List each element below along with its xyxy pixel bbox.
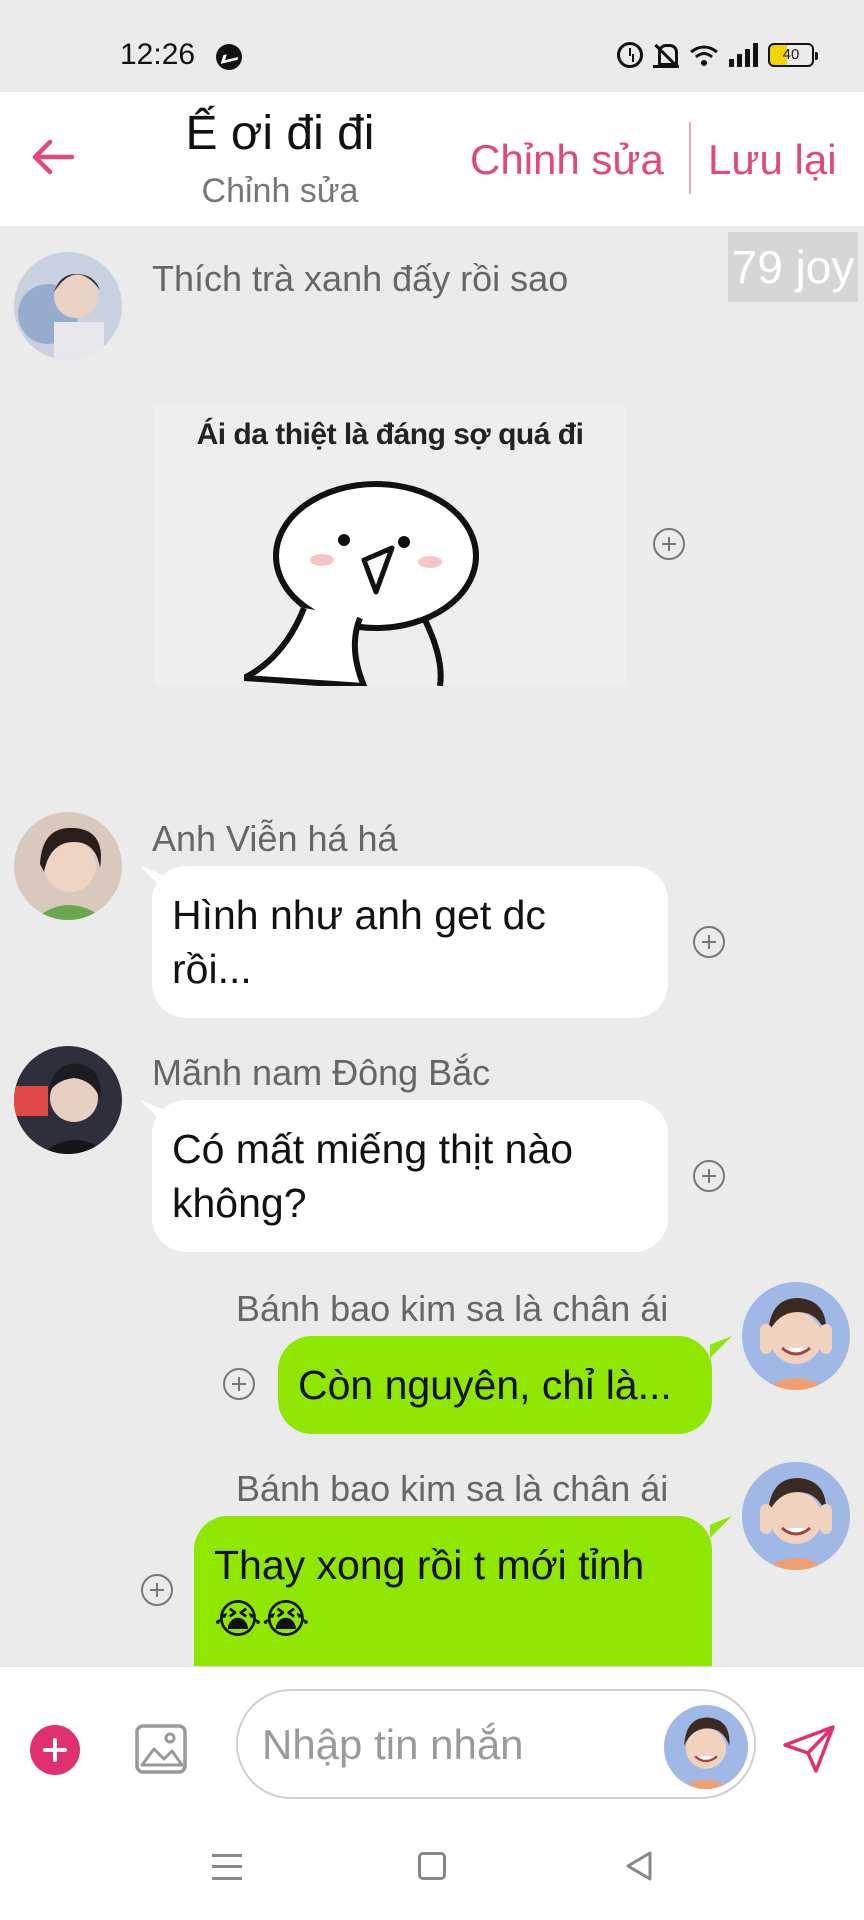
react-add-icon[interactable] — [653, 528, 685, 560]
recents-icon[interactable] — [212, 1854, 242, 1880]
battery-icon: 40 — [768, 43, 818, 67]
nav-back-icon[interactable] — [624, 1850, 654, 1882]
avatar[interactable] — [742, 1462, 850, 1570]
message-input-placeholder: Nhập tin nhắn — [262, 1721, 524, 1768]
edit-button[interactable]: Chỉnh sửa — [470, 136, 664, 184]
message-text: Thay xong rồi t mới tỉnh — [214, 1542, 645, 1588]
avatar[interactable] — [14, 812, 122, 920]
avatar[interactable] — [14, 1046, 122, 1154]
back-arrow-icon[interactable] — [28, 132, 78, 182]
messenger-icon — [216, 44, 242, 70]
send-icon[interactable] — [782, 1723, 836, 1775]
page-subtitle: Chỉnh sửa — [201, 172, 359, 210]
header-divider — [689, 122, 691, 194]
sender-name: Anh Viễn há há — [152, 818, 398, 859]
react-add-icon[interactable] — [223, 1368, 255, 1400]
message-text: rồi... — [172, 946, 252, 992]
status-bar: 12:26 40 — [0, 0, 864, 92]
avatar[interactable] — [664, 1705, 748, 1789]
save-button[interactable]: Lưu lại — [708, 136, 837, 184]
page-title: Ế ơi đi đi — [185, 107, 375, 160]
message-bubble[interactable]: Hình như anh get dc rồi... — [152, 866, 668, 1018]
system-nav-bar — [0, 1816, 864, 1920]
status-icons: 40 — [617, 42, 818, 68]
message-text: không? — [172, 1180, 307, 1226]
sender-name: Mãnh nam Đông Bắc — [152, 1052, 491, 1093]
home-icon[interactable] — [418, 1852, 446, 1880]
avatar[interactable] — [14, 252, 122, 360]
message-input[interactable]: Nhập tin nhắn — [236, 1689, 756, 1799]
mute-icon — [653, 42, 679, 68]
status-time: 12:26 — [120, 38, 196, 71]
message-emoji: 😭😭 — [214, 1596, 310, 1642]
watermark: 79 joy — [728, 232, 858, 302]
react-add-icon[interactable] — [693, 926, 725, 958]
message-text: Còn nguyên, chỉ là... — [298, 1362, 672, 1408]
sender-name: Bánh bao kim sa là chân ái — [236, 1468, 669, 1509]
sticker-caption: Ái da thiệt là đáng sợ quá đi — [196, 418, 584, 451]
image-icon[interactable] — [134, 1723, 188, 1775]
sticker-image[interactable]: Ái da thiệt là đáng sợ quá đi — [154, 404, 626, 686]
wifi-icon — [689, 44, 719, 66]
sender-name: Thích trà xanh đấy rồi sao — [152, 258, 569, 299]
sender-name: Bánh bao kim sa là chân ái — [236, 1288, 669, 1329]
chat-header: Ế ơi đi đi Chỉnh sửa Chỉnh sửa Lưu lại — [0, 92, 864, 226]
alarm-icon — [617, 42, 643, 68]
message-text: Hình như anh get dc — [172, 892, 546, 938]
plus-icon[interactable] — [30, 1725, 80, 1775]
avatar[interactable] — [742, 1282, 850, 1390]
message-bubble[interactable]: Có mất miếng thịt nào không? — [152, 1100, 668, 1252]
message-bubble[interactable]: Thay xong rồi t mới tỉnh 😭😭 — [194, 1516, 712, 1666]
signal-icon — [729, 43, 758, 67]
composer-bar: Nhập tin nhắn — [0, 1666, 864, 1816]
message-text: Có mất miếng thịt nào — [172, 1126, 574, 1172]
message-bubble[interactable]: Còn nguyên, chỉ là... — [278, 1336, 712, 1434]
bubble-tail — [710, 1516, 732, 1538]
react-add-icon[interactable] — [693, 1160, 725, 1192]
react-add-icon[interactable] — [141, 1574, 173, 1606]
bubble-tail — [710, 1336, 732, 1358]
